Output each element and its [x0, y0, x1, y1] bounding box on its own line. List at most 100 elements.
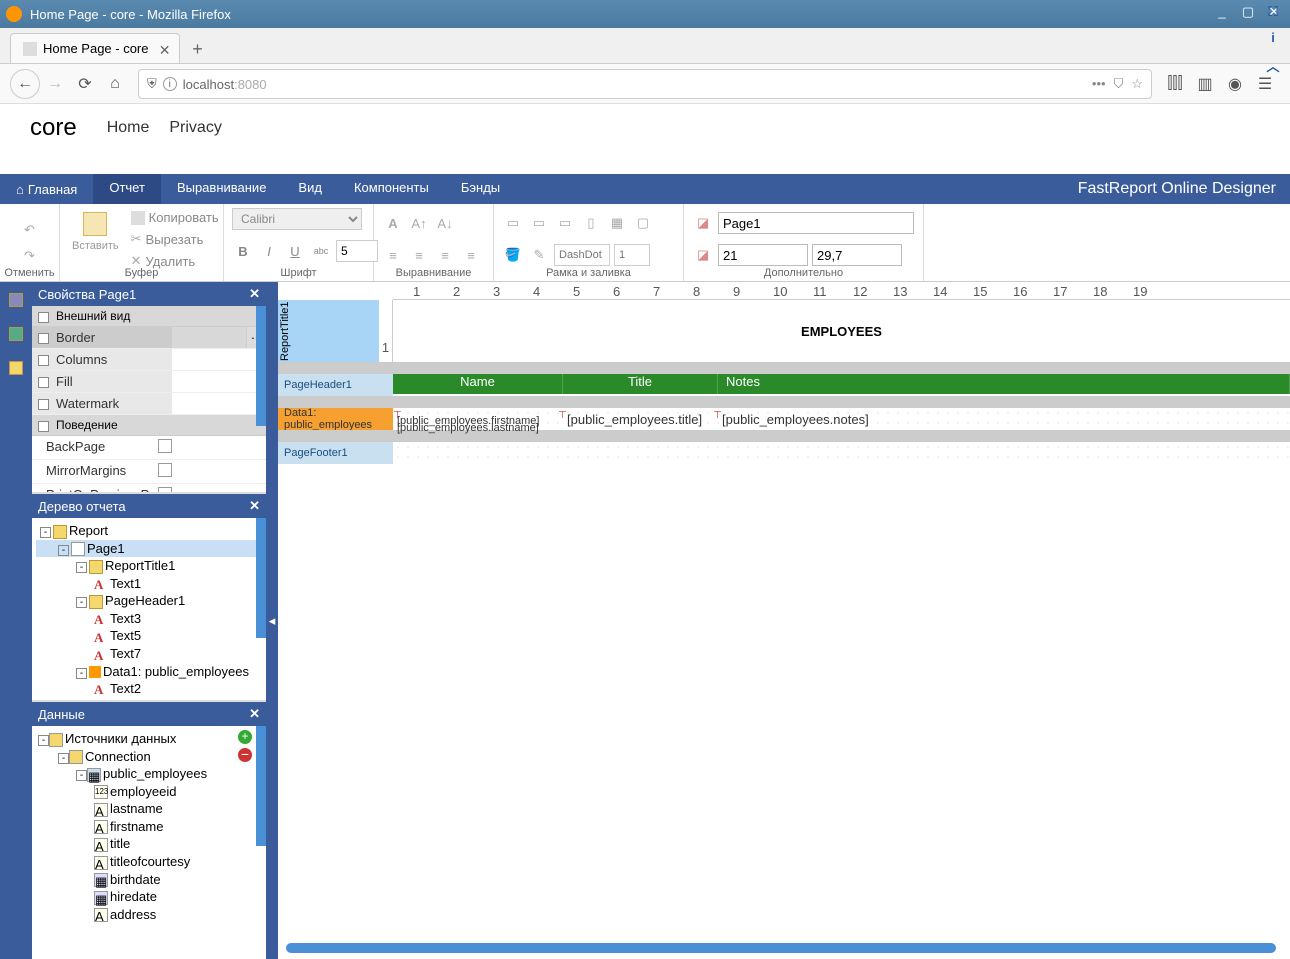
undo-icon[interactable]: ↶ — [24, 222, 35, 238]
x-input[interactable] — [718, 244, 808, 266]
col-title[interactable]: Title — [563, 374, 718, 394]
more-icon[interactable]: ••• — [1092, 76, 1106, 91]
italic-button[interactable]: I — [258, 240, 280, 262]
data-node[interactable]: ▦birthdate — [36, 871, 262, 889]
data-node[interactable]: Alastname — [36, 800, 262, 818]
underline-button[interactable]: U — [284, 240, 306, 262]
shrink-font-button[interactable]: A↓ — [434, 212, 456, 234]
remove-datasource-icon[interactable]: − — [238, 748, 252, 762]
redo-icon[interactable]: ↷ — [24, 248, 35, 264]
border-none-button[interactable]: ▢ — [632, 212, 654, 234]
band-label-pagefooter[interactable]: PageFooter1 — [278, 442, 393, 464]
prop-category-appearance[interactable]: Внешний вид — [32, 306, 266, 327]
fill-button[interactable]: 🪣 — [502, 244, 524, 266]
data-node[interactable]: -Connection — [36, 748, 262, 766]
tree-node[interactable]: -Report — [36, 522, 262, 540]
y-input[interactable] — [812, 244, 902, 266]
minimize-button[interactable]: _ — [1212, 4, 1232, 24]
data-node[interactable]: Atitle — [36, 835, 262, 853]
prop-row[interactable]: BackPage — [32, 436, 266, 460]
prop-row[interactable]: MirrorMargins — [32, 460, 266, 484]
paste-button[interactable]: Вставить — [68, 208, 123, 256]
sub-button[interactable]: abc — [310, 240, 332, 262]
tree-node[interactable]: -Data1: public_employees — [36, 663, 262, 680]
close-data-icon[interactable]: ✕ — [249, 706, 260, 722]
extra-icon1[interactable]: ◪ — [692, 212, 714, 234]
reload-button[interactable]: ⟳ — [70, 69, 100, 99]
copy-button[interactable]: Копировать — [129, 208, 221, 227]
line-color-button[interactable]: ✎ — [528, 244, 550, 266]
data-node[interactable]: Aaddress — [36, 906, 262, 924]
border-right-button[interactable]: ▯ — [580, 212, 602, 234]
new-tab-button[interactable]: + — [184, 35, 212, 63]
border-top-button[interactable]: ▭ — [502, 212, 524, 234]
line-style-select[interactable] — [554, 244, 610, 266]
design-canvas[interactable]: 12345678910111213141516171819 ReportTitl… — [278, 282, 1290, 959]
info-icon[interactable]: i — [163, 77, 177, 91]
close-tree-icon[interactable]: ✕ — [249, 498, 260, 514]
page-header-area[interactable]: Name Title Notes — [393, 374, 1290, 396]
grow-font-button[interactable]: A↑ — [408, 212, 430, 234]
props-scrollbar[interactable] — [256, 306, 266, 426]
data-scrollbar[interactable] — [256, 726, 266, 846]
report-title-area[interactable]: EMPLOYEES — [393, 300, 1290, 362]
border-all-button[interactable]: ▦ — [606, 212, 628, 234]
ribbon-tab-components[interactable]: Компоненты — [338, 174, 445, 204]
fullscreen-icon[interactable]: ⛶ — [1264, 4, 1282, 22]
align-center-button[interactable]: ≡ — [408, 244, 430, 266]
close-tab-icon[interactable]: ✕ — [159, 42, 171, 59]
collapse-ribbon-icon[interactable]: ︿ — [1264, 56, 1282, 74]
band-label-reporttitle[interactable]: ReportTitle1 — [278, 300, 292, 362]
prop-row[interactable]: Columns — [32, 349, 266, 371]
data-node[interactable]: 123employeeid — [36, 783, 262, 801]
align-left-button[interactable]: ≡ — [382, 244, 404, 266]
band-label-pageheader[interactable]: PageHeader1 — [278, 374, 393, 396]
ribbon-tab-view[interactable]: Вид — [282, 174, 338, 204]
forward-button[interactable]: → — [40, 69, 70, 99]
nav-privacy[interactable]: Privacy — [169, 119, 221, 137]
prop-row[interactable]: PrintOnPreviousPage — [32, 484, 266, 492]
data-band-area[interactable]: ⊤ [public_employees.firstname] [public_e… — [393, 408, 1290, 430]
data-node[interactable]: ▦hiredate — [36, 888, 262, 906]
ribbon-tab-report[interactable]: Отчет — [93, 174, 161, 204]
home-button[interactable]: ⌂ — [100, 69, 130, 99]
tool-table[interactable] — [6, 290, 26, 310]
protection-icon[interactable]: ⛉ — [1114, 76, 1124, 92]
sidebar-icon[interactable]: ▥ — [1190, 69, 1220, 99]
add-datasource-icon[interactable]: + — [238, 730, 252, 744]
tool-select[interactable] — [6, 358, 26, 378]
border-left-button[interactable]: ▭ — [554, 212, 576, 234]
tree-node[interactable]: AText3 — [36, 610, 262, 628]
account-icon[interactable]: ◉ — [1220, 69, 1250, 99]
tool-object[interactable] — [6, 324, 26, 344]
prop-row[interactable]: Fill — [32, 371, 266, 393]
close-props-icon[interactable]: ✕ — [249, 286, 260, 302]
panel-collapse-handle[interactable]: ◂ — [266, 282, 278, 959]
extra-icon2[interactable]: ◪ — [692, 244, 714, 266]
data-root[interactable]: -Источники данных — [36, 730, 262, 748]
ribbon-tab-bands[interactable]: Бэнды — [445, 174, 516, 204]
canvas-hscrollbar[interactable] — [286, 943, 1276, 953]
border-bottom-button[interactable]: ▭ — [528, 212, 550, 234]
tree-node[interactable]: AText5 — [36, 627, 262, 645]
tree-node[interactable]: AText2 — [36, 680, 262, 698]
col-notes[interactable]: Notes — [718, 374, 1290, 394]
url-bar[interactable]: ⛨ i localhost:8080 ••• ⛉ ☆ — [138, 69, 1152, 99]
browser-tab[interactable]: Home Page - core ✕ — [10, 33, 180, 63]
ribbon-tab-home[interactable]: ⌂Главная — [0, 174, 93, 204]
bookmark-icon[interactable]: ☆ — [1131, 76, 1143, 92]
tree-node[interactable]: -ReportTitle1 — [36, 557, 262, 575]
line-width-select[interactable] — [614, 244, 650, 266]
bold-button[interactable]: B — [232, 240, 254, 262]
align-justify-button[interactable]: ≡ — [460, 244, 482, 266]
tree-node[interactable]: -PageHeader1 — [36, 592, 262, 610]
prop-category-behavior[interactable]: Поведение — [32, 415, 266, 436]
tree-node[interactable]: AText7 — [36, 645, 262, 663]
name-input[interactable] — [718, 212, 914, 234]
data-node[interactable]: -▦public_employees — [36, 765, 262, 783]
prop-row[interactable]: Border... — [32, 327, 266, 349]
nav-home[interactable]: Home — [107, 119, 150, 137]
data-node[interactable]: Afirstname — [36, 818, 262, 836]
data-node[interactable]: Atitleofcourtesy — [36, 853, 262, 871]
prop-row[interactable]: Watermark — [32, 393, 266, 415]
